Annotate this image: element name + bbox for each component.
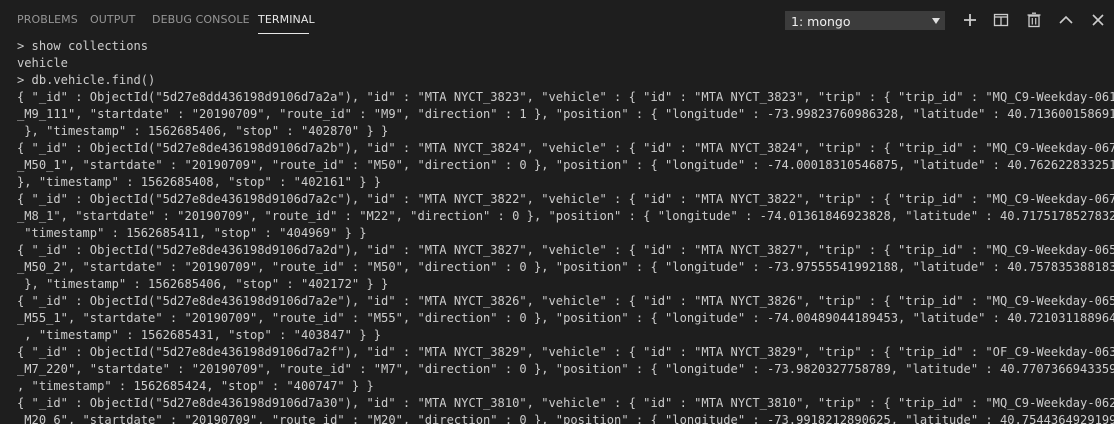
terminal-line: > show collections — [17, 39, 149, 53]
panel-header: PROBLEMS OUTPUT DEBUG CONSOLE TERMINAL 1… — [0, 0, 1114, 40]
close-icon — [1092, 14, 1104, 26]
tab-output[interactable]: OUTPUT — [90, 13, 135, 26]
terminal-selector-value: 1: mongo — [791, 14, 851, 29]
terminal-line: , "timestamp" : 1562685431, "stop" : "40… — [17, 328, 382, 342]
terminal-line: { "_id" : ObjectId("5d27e8de436198d9106d… — [17, 294, 1114, 308]
terminal-line: "timestamp" : 1562685411, "stop" : "4049… — [17, 226, 367, 240]
terminal-line: { "_id" : ObjectId("5d27e8de436198d9106d… — [17, 243, 1114, 257]
maximize-panel-button[interactable] — [1056, 10, 1076, 30]
active-tab-indicator — [258, 33, 309, 34]
terminal-line: _M50_2", "startdate" : "20190709", "rout… — [17, 260, 1114, 274]
tab-problems[interactable]: PROBLEMS — [17, 13, 78, 26]
terminal-line: _M55_1", "startdate" : "20190709", "rout… — [17, 311, 1114, 325]
tab-debug-console[interactable]: DEBUG CONSOLE — [152, 13, 250, 26]
terminal-line: _M7_220", "startdate" : "20190709", "rou… — [17, 362, 1114, 376]
chevron-up-icon — [1059, 15, 1073, 24]
terminal-line: vehicle — [17, 56, 68, 70]
close-panel-button[interactable] — [1088, 10, 1108, 30]
terminal-line: { "_id" : ObjectId("5d27e8de436198d9106d… — [17, 141, 1114, 155]
dropdown-arrow-icon — [932, 18, 940, 24]
terminal-line: > db.vehicle.find() — [17, 73, 156, 87]
trash-icon — [1027, 12, 1041, 28]
terminal-line: _M20_6", "startdate" : "20190709", "rout… — [17, 413, 1114, 424]
terminal-line: { "_id" : ObjectId("5d27e8de436198d9106d… — [17, 192, 1114, 206]
terminal-line: }, "timestamp" : 1562685406, "stop" : "4… — [17, 124, 389, 138]
terminal-output[interactable]: > show collections vehicle > db.vehicle.… — [17, 38, 1114, 424]
terminal-line: , "timestamp" : 1562685424, "stop" : "40… — [17, 379, 374, 393]
terminal-line: _M8_1", "startdate" : "20190709", "route… — [17, 209, 1114, 223]
bottom-panel: PROBLEMS OUTPUT DEBUG CONSOLE TERMINAL 1… — [0, 0, 1114, 424]
terminal-line: { "_id" : ObjectId("5d27e8de436198d9106d… — [17, 345, 1114, 359]
terminal-line: { "_id" : ObjectId("5d27e8dd436198d9106d… — [17, 90, 1114, 104]
plus-icon — [964, 14, 976, 26]
split-icon — [993, 13, 1009, 27]
terminal-selector[interactable]: 1: mongo — [785, 11, 945, 30]
terminal-line: { "_id" : ObjectId("5d27e8de436198d9106d… — [17, 396, 1114, 410]
terminal-line: }, "timestamp" : 1562685408, "stop" : "4… — [17, 175, 382, 189]
tab-terminal[interactable]: TERMINAL — [258, 13, 315, 26]
new-terminal-button[interactable] — [960, 10, 980, 30]
terminal-line: }, "timestamp" : 1562685406, "stop" : "4… — [17, 277, 389, 291]
split-terminal-button[interactable] — [991, 10, 1011, 30]
kill-terminal-button[interactable] — [1024, 10, 1044, 30]
terminal-line: _M50_1", "startdate" : "20190709", "rout… — [17, 158, 1114, 172]
terminal-line: _M9_111", "startdate" : "20190709", "rou… — [17, 107, 1114, 121]
